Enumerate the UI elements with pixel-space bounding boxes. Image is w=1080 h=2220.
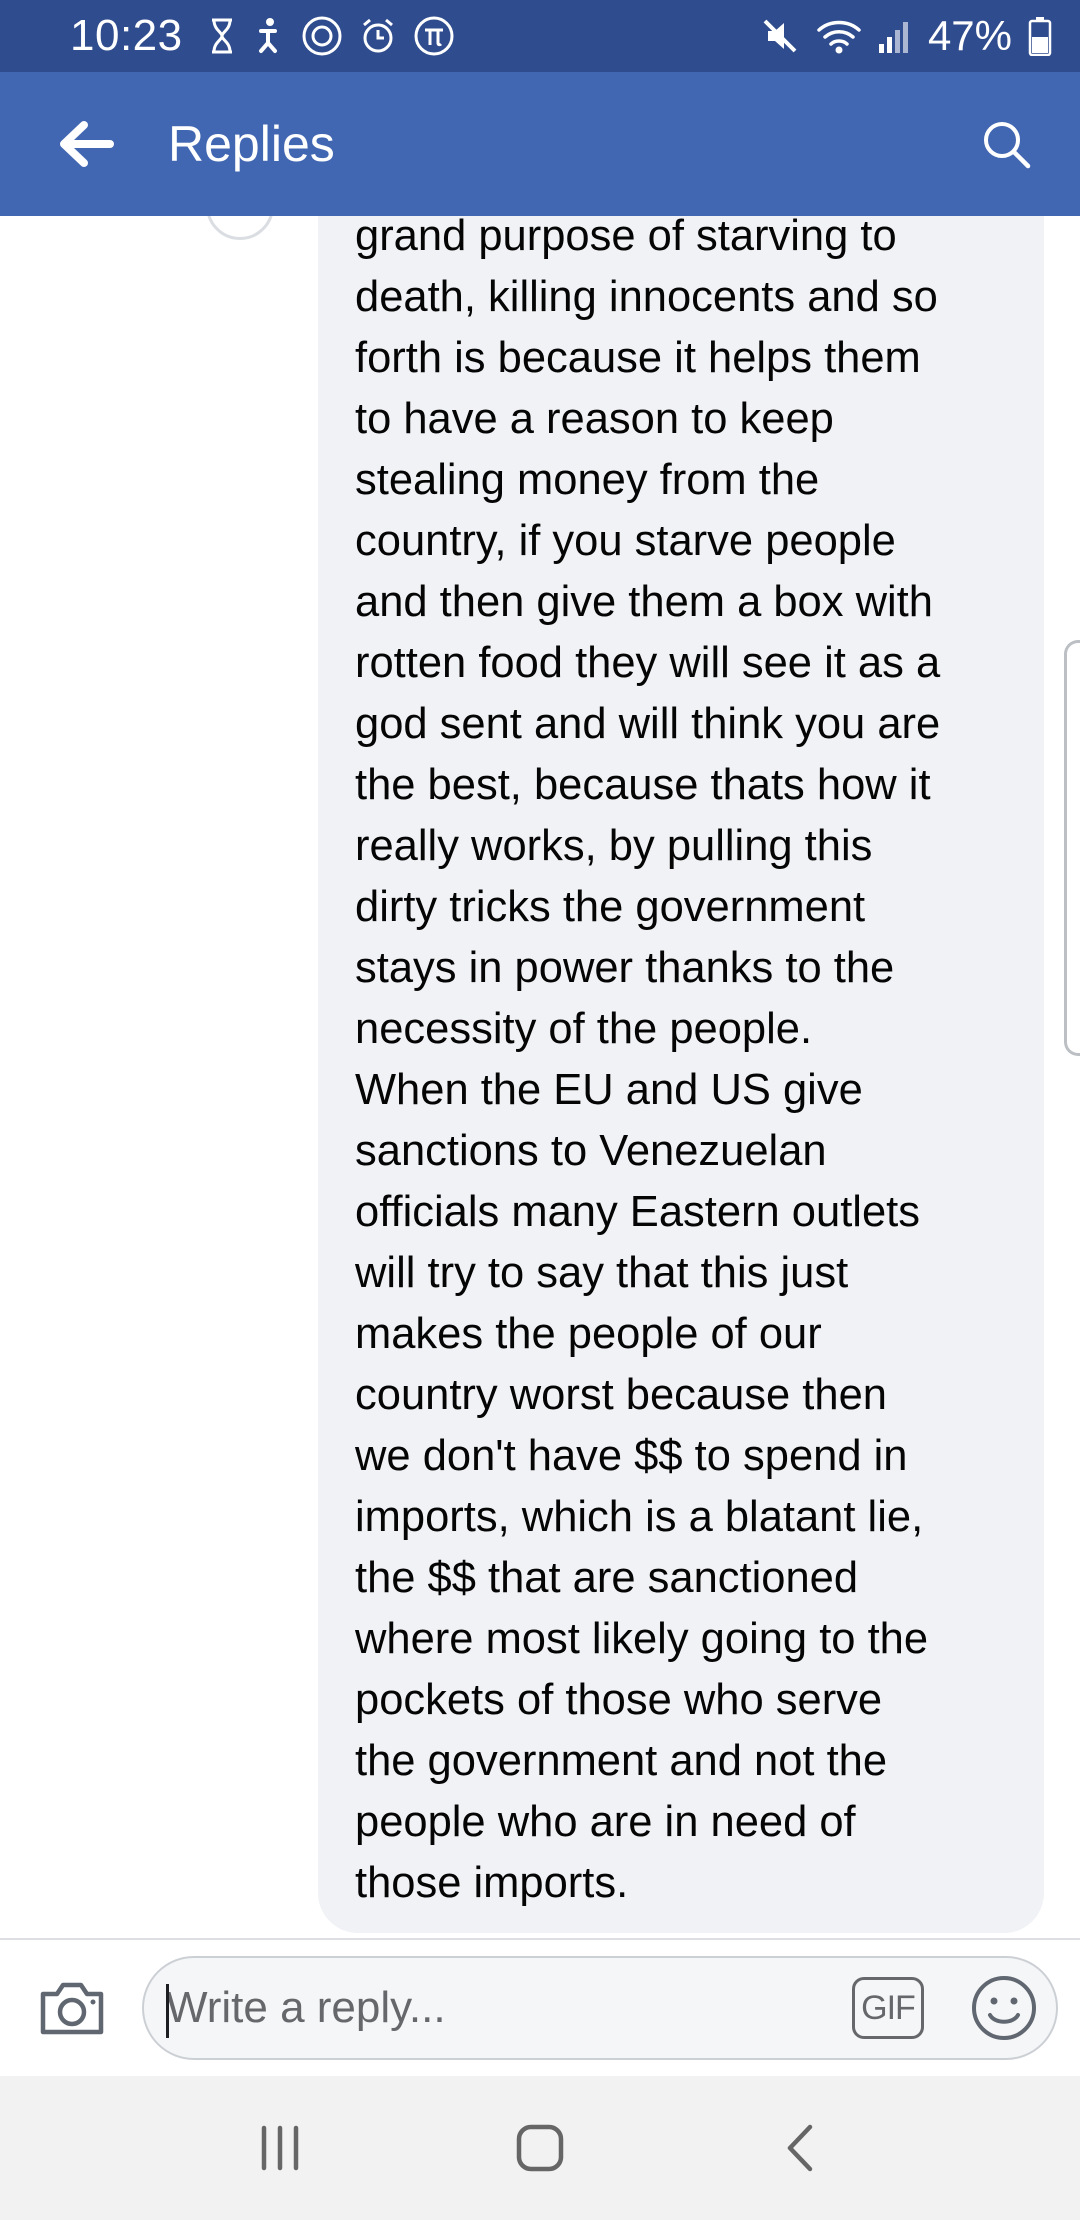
back-icon bbox=[787, 2124, 813, 2172]
text-cursor bbox=[166, 1984, 169, 2038]
status-bar: 10:23 47% bbox=[0, 0, 1080, 72]
reply-input[interactable] bbox=[166, 1973, 852, 2043]
emoji-icon bbox=[972, 1976, 1036, 2040]
emoji-button[interactable] bbox=[968, 1972, 1040, 2044]
battery-icon bbox=[1028, 16, 1052, 56]
wifi-icon bbox=[816, 17, 862, 55]
status-time: 10:23 bbox=[70, 11, 183, 60]
search-button[interactable] bbox=[956, 94, 1056, 194]
accessibility-icon bbox=[253, 17, 283, 55]
signal-icon bbox=[878, 18, 912, 54]
circle-status-icon bbox=[301, 15, 343, 57]
scroll-handle[interactable] bbox=[1064, 640, 1080, 1056]
reply-composer: GIF bbox=[0, 1938, 1080, 2076]
recent-apps-button[interactable] bbox=[225, 2093, 335, 2203]
search-icon bbox=[984, 122, 1031, 169]
status-right-icons: 47% bbox=[760, 12, 1052, 60]
reply-field[interactable]: GIF bbox=[142, 1956, 1058, 2060]
pi-icon bbox=[413, 15, 455, 57]
system-back-button[interactable] bbox=[745, 2093, 855, 2203]
back-arrow-icon bbox=[60, 121, 114, 167]
gif-button[interactable]: GIF bbox=[852, 1977, 924, 2039]
avatar[interactable] bbox=[206, 216, 274, 240]
recent-apps-icon bbox=[261, 2125, 299, 2171]
comment-text: grand purpose of starving to death, kill… bbox=[355, 216, 941, 1907]
replies-thread[interactable]: grand purpose of starving to death, kill… bbox=[0, 216, 1080, 1938]
camera-icon bbox=[40, 1982, 104, 2035]
home-button[interactable] bbox=[485, 2093, 595, 2203]
battery-percentage: 47% bbox=[927, 12, 1012, 59]
hourglass-icon bbox=[209, 18, 235, 54]
app-bar: Replies bbox=[0, 72, 1080, 216]
status-left-icons bbox=[209, 15, 455, 57]
system-nav-bar bbox=[0, 2076, 1080, 2220]
comment-bubble[interactable]: grand purpose of starving to death, kill… bbox=[318, 216, 1044, 1933]
mute-icon bbox=[760, 16, 800, 56]
page-title: Replies bbox=[168, 116, 335, 172]
alarm-icon bbox=[361, 18, 395, 54]
camera-button[interactable] bbox=[24, 1960, 120, 2056]
back-button[interactable] bbox=[36, 94, 136, 194]
home-icon bbox=[516, 2124, 564, 2172]
